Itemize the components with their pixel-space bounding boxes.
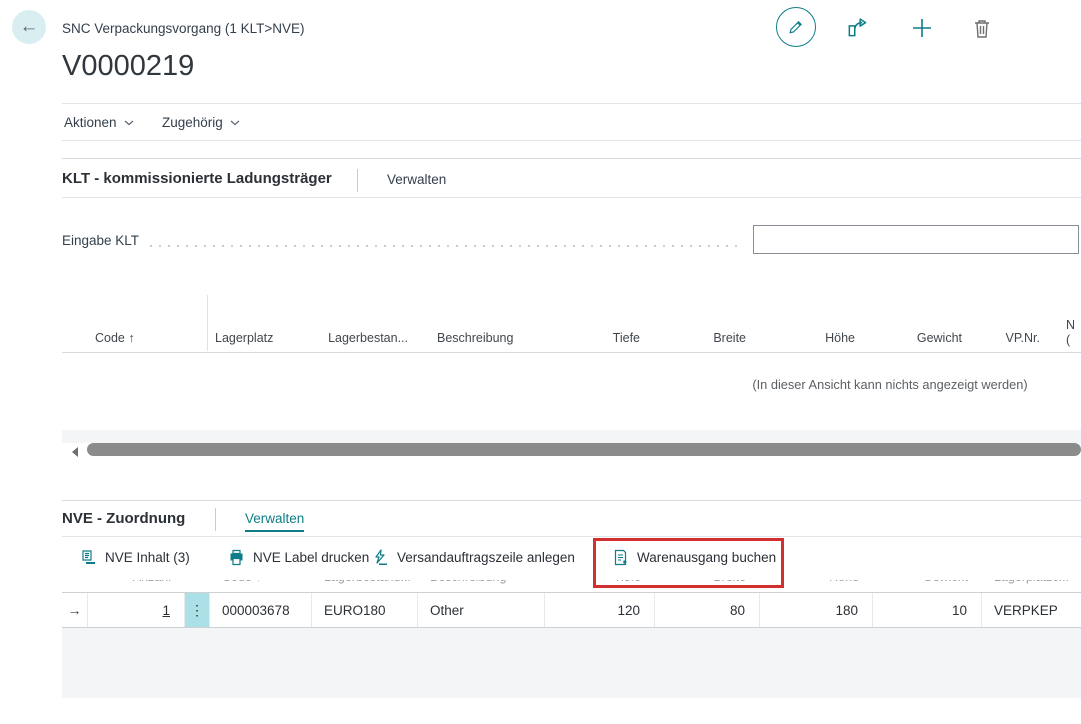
nve-cell-lagerbestand[interactable]: EURO180 [312,593,418,627]
row-selector-arrow: → [62,593,88,627]
klt-column-header[interactable]: Code ↑ [95,331,135,345]
delete-button[interactable] [970,15,998,43]
nve-cell-tiefe[interactable]: 120 [545,593,655,627]
share-button[interactable] [845,14,873,42]
nve-cell-breite[interactable]: 80 [655,593,760,627]
klt-table-header: Code ↑ Lagerplatz Lagerbestan... Beschreibu… [62,295,1081,353]
klt-section-title: KLT - kommissionierte Ladungsträger [62,170,332,187]
divider [62,103,1081,104]
nve-cell-code[interactable]: 000003678 [210,593,312,627]
plus-icon [908,14,936,42]
versandauftragszeile-anlegen-label: Versandauftragszeile anlegen [397,550,575,565]
nve-verwalten-tab[interactable]: Verwalten [245,511,304,532]
chevron-down-icon [124,120,134,126]
divider [62,500,1081,501]
nve-section-title: NVE - Zuordnung [62,510,185,527]
nve-label-drucken-button[interactable]: NVE Label drucken [226,545,371,570]
back-button[interactable]: ← [12,10,46,44]
nve-cell-beschreibung[interactable]: Other [418,593,545,627]
eingabe-klt-input[interactable] [753,225,1079,254]
klt-column-header[interactable]: Lagerbestan... [292,331,408,345]
printer-icon [228,549,245,566]
versandauftragszeile-anlegen-button[interactable]: Versandauftragszeile anlegen [370,545,577,570]
divider [62,140,1081,141]
nve-cell-anzahl-link[interactable]: 1 [162,603,170,618]
warenausgang-buchen-label: Warenausgang buchen [637,550,776,565]
divider [62,158,1081,159]
klt-column-header[interactable]: Höhe [755,331,855,345]
dotted-leader [150,245,743,247]
back-arrow-icon: ← [20,16,39,37]
klt-column-header[interactable]: Lagerplatz [215,331,273,345]
menu-aktionen-label: Aktionen [64,115,117,130]
app-title: SNC Verpackungsvorgang (1 KLT>NVE) [62,21,305,36]
row-menu-button[interactable]: ⋮ [185,593,210,627]
nve-label-drucken-label: NVE Label drucken [253,550,369,565]
post-document-icon [612,549,629,566]
eingabe-klt-label: Eingabe KLT [62,233,139,248]
table-footer-band [62,628,1081,698]
klt-column-header[interactable]: Breite [646,331,746,345]
separator [357,169,358,192]
trash-icon [970,17,998,41]
klt-column-header-truncated[interactable]: N ( [1066,318,1075,348]
table-row[interactable]: → 1 ⋮000003678EURO180Other1208018010VERPKE… [62,592,1081,628]
nve-cell-hoehe[interactable]: 180 [760,593,873,627]
empty-table-message: (In dieser Ansicht kann nichts angezeigt… [700,377,1080,392]
chevron-down-icon [230,120,240,126]
klt-verwalten-tab[interactable]: Verwalten [387,172,446,191]
share-icon [845,15,873,41]
scrollbar-left-arrow[interactable] [72,447,78,457]
klt-column-header[interactable]: Beschreibung [437,331,513,345]
new-button[interactable] [908,14,936,42]
menu-zugehoerig[interactable]: Zugehörig [158,113,244,132]
warenausgang-buchen-button[interactable]: Warenausgang buchen [610,545,778,570]
divider [62,197,1081,198]
nve-inhalt-button[interactable]: NVE Inhalt (3) [78,545,192,570]
edit-button[interactable] [776,7,816,47]
lightning-create-icon [372,549,389,566]
pencil-icon [788,19,804,35]
horizontal-scrollbar[interactable] [87,443,1081,456]
klt-column-header[interactable]: VP.Nr. [940,331,1040,345]
menu-zugehoerig-label: Zugehörig [162,115,223,130]
page: ← SNC Verpackungsvorgang (1 KLT>NVE) V00… [0,0,1081,724]
menu-aktionen[interactable]: Aktionen [60,113,138,132]
table-footer-band [62,430,1081,443]
separator [215,508,216,531]
page-title: V0000219 [62,50,194,83]
nve-table: AnzahlCode ↑Lagerbestand...BeschreibungT… [62,537,1081,724]
frozen-column-divider [207,295,208,351]
nve-inhalt-label: NVE Inhalt (3) [105,550,190,565]
klt-column-header[interactable]: Tiefe [540,331,640,345]
nve-cell-anzahl[interactable]: 1 [88,593,185,627]
report-list-icon [80,549,97,566]
nve-toolbar: NVE Inhalt (3) NVE Label drucken Versand… [62,537,1081,580]
nve-cell-gewicht[interactable]: 10 [873,593,982,627]
nve-cell-lagerplatzcode[interactable]: VERPKEP [982,593,1081,627]
